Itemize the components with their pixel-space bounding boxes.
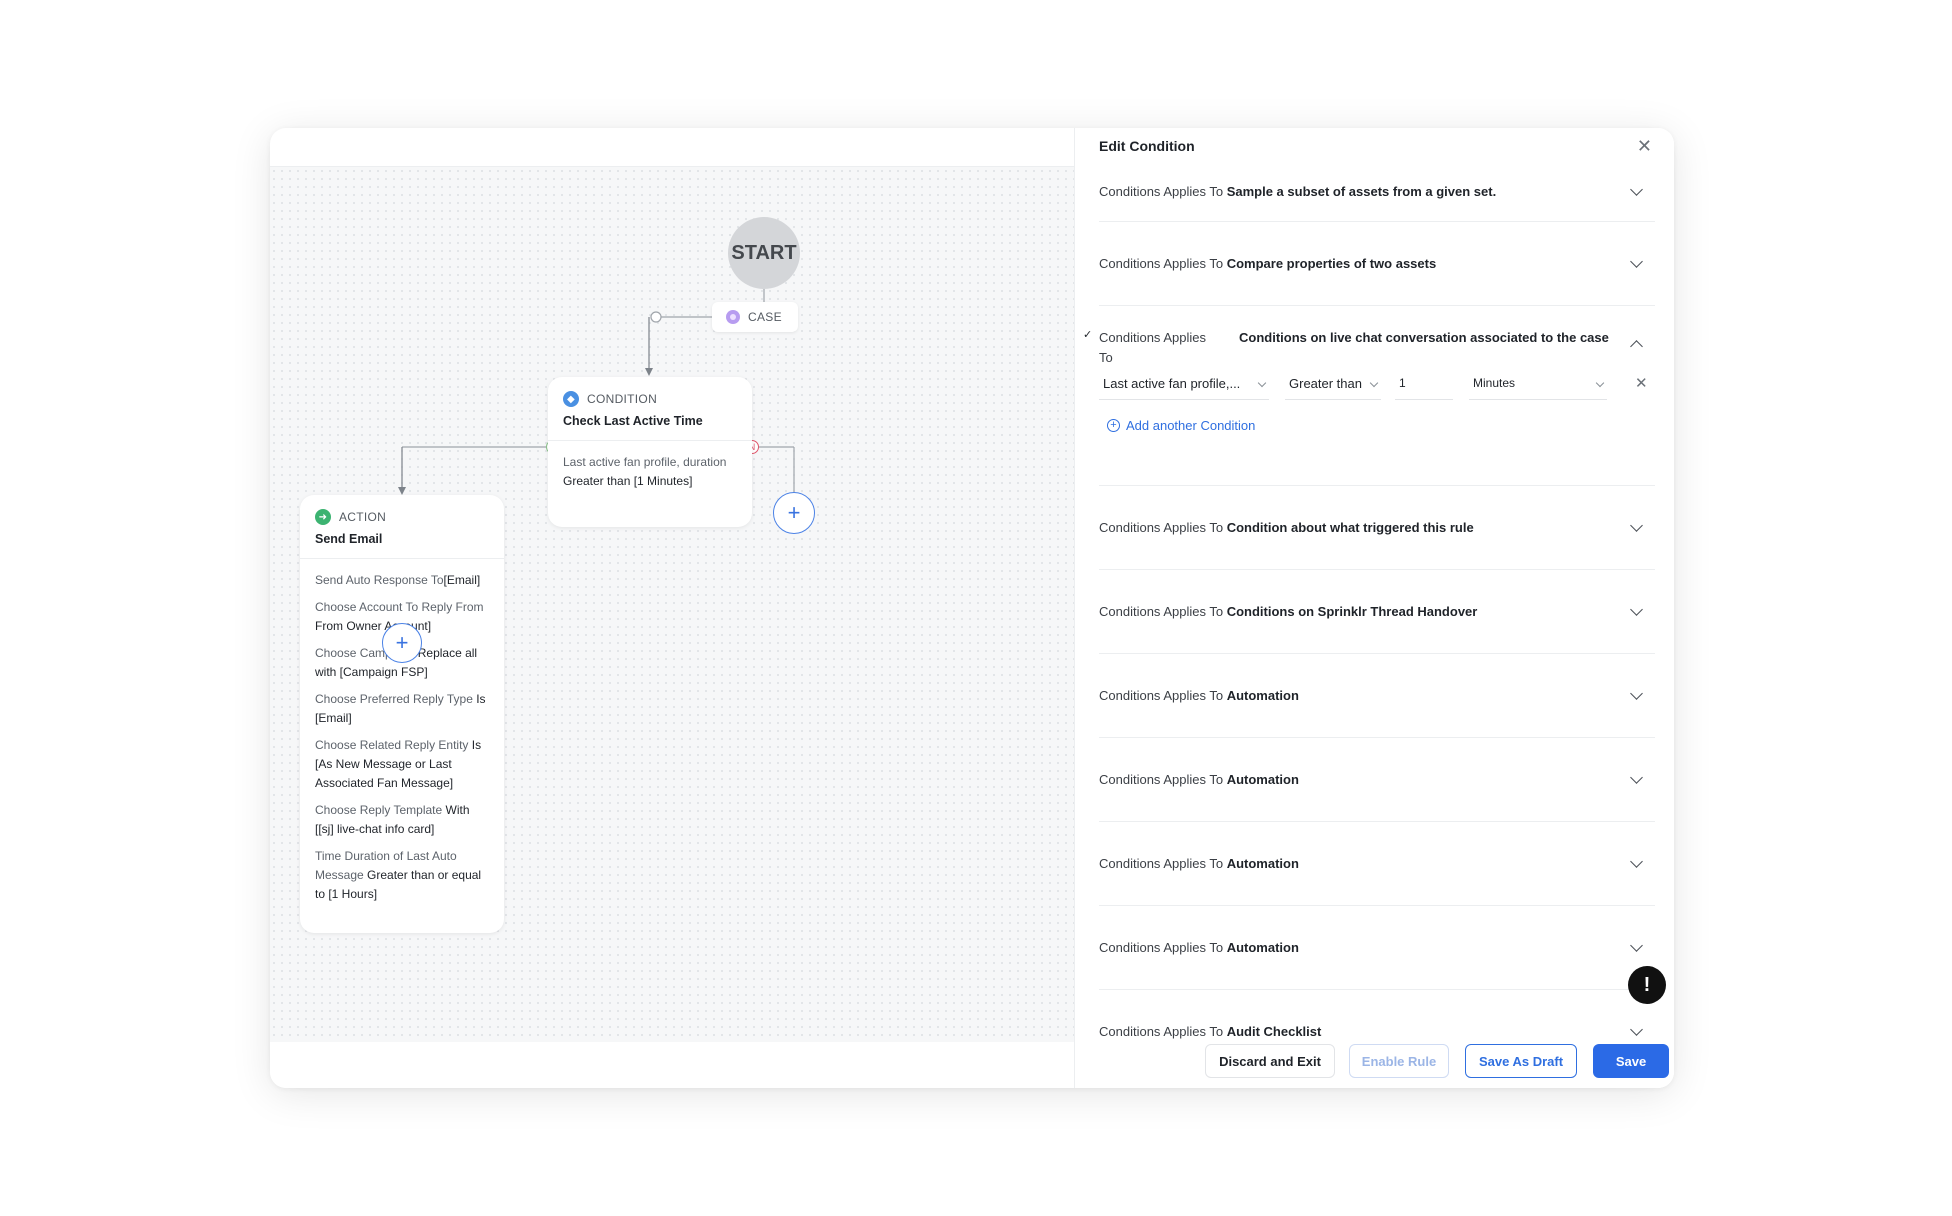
chevron-down-icon[interactable] xyxy=(1630,1023,1643,1036)
operator-select[interactable]: Greater than xyxy=(1285,370,1381,400)
action-line: Choose Related Reply Entity Is [As New M… xyxy=(315,738,482,790)
condition-group-row[interactable]: Conditions Applies To Automation xyxy=(1099,654,1655,738)
chevron-down-icon xyxy=(1369,378,1379,388)
case-node[interactable]: CASE xyxy=(712,302,798,332)
save-button[interactable]: Save xyxy=(1593,1044,1669,1078)
chevron-down-icon[interactable] xyxy=(1630,519,1643,532)
chevron-down-icon[interactable] xyxy=(1630,255,1643,268)
add-step-button[interactable]: + xyxy=(382,623,422,663)
action-type-label: ACTION xyxy=(339,510,387,524)
chevron-down-icon xyxy=(1595,378,1605,388)
condition-group-row-expanded[interactable]: ✓ Conditions Applies To Conditions on li… xyxy=(1083,306,1655,486)
chevron-down-icon[interactable] xyxy=(1630,855,1643,868)
chevron-down-icon[interactable] xyxy=(1630,939,1643,952)
condition-group-row[interactable]: Conditions Applies To Condition about wh… xyxy=(1099,486,1655,570)
action-icon: ➜ xyxy=(315,509,331,525)
close-icon[interactable]: ✕ xyxy=(1637,136,1652,157)
node-divider xyxy=(548,440,752,441)
action-line: Choose Reply Template With [[sj] live-ch… xyxy=(315,803,470,836)
case-label: CASE xyxy=(748,310,782,324)
chevron-down-icon[interactable] xyxy=(1630,183,1643,196)
action-title: Send Email xyxy=(315,532,383,546)
action-line: Choose Preferred Reply Type Is [Email] xyxy=(315,692,486,725)
enable-rule-button[interactable]: Enable Rule xyxy=(1349,1044,1449,1078)
rule-editor-window: START CASE Y N ◆ CONDITION Check Last Ac… xyxy=(270,128,1674,1088)
discard-and-exit-button[interactable]: Discard and Exit xyxy=(1205,1044,1335,1078)
condition-icon: ◆ xyxy=(563,391,579,407)
condition-node[interactable]: ◆ CONDITION Check Last Active Time Last … xyxy=(548,377,752,527)
condition-group-row[interactable]: Conditions Applies To Sample a subset of… xyxy=(1099,166,1655,222)
field-select[interactable]: Last active fan profile,... xyxy=(1099,370,1269,400)
edit-condition-panel: Edit Condition ✕ Conditions Applies To S… xyxy=(1074,128,1674,1088)
check-icon: ✓ xyxy=(1083,329,1093,341)
alert-icon[interactable]: ! xyxy=(1628,966,1666,1004)
save-as-draft-button[interactable]: Save As Draft xyxy=(1465,1044,1577,1078)
condition-group-row[interactable]: Conditions Applies To Automation xyxy=(1099,822,1655,906)
condition-group-row[interactable]: Conditions Applies To Audit Checklist xyxy=(1099,990,1655,1046)
node-divider xyxy=(300,558,504,559)
unit-select[interactable]: Minutes xyxy=(1469,370,1607,400)
plus-icon: + xyxy=(395,630,409,655)
chevron-down-icon[interactable] xyxy=(1630,687,1643,700)
condition-filter-row: Last active fan profile,... Greater than… xyxy=(1099,370,1655,400)
panel-title: Edit Condition xyxy=(1099,138,1195,154)
condition-group-row[interactable]: Conditions Applies To Automation xyxy=(1099,906,1655,990)
add-no-branch-button[interactable]: + xyxy=(773,492,815,534)
panel-footer: Discard and Exit Enable Rule Save As Dra… xyxy=(1075,1044,1674,1088)
condition-group-value: Conditions on live chat conversation ass… xyxy=(1239,330,1609,345)
action-line: Time Duration of Last Auto Message Great… xyxy=(315,849,482,901)
condition-group-row[interactable]: Conditions Applies To Automation xyxy=(1099,738,1655,822)
condition-title: Check Last Active Time xyxy=(563,414,703,428)
plus-icon: + xyxy=(787,500,801,525)
plus-circle-icon: + xyxy=(1107,419,1120,432)
condition-group-row[interactable]: Conditions Applies To Compare properties… xyxy=(1099,222,1655,306)
start-node[interactable]: START xyxy=(728,217,800,289)
condition-group-row[interactable]: Conditions Applies To Conditions on Spri… xyxy=(1099,570,1655,654)
workflow-canvas[interactable]: START CASE Y N ◆ CONDITION Check Last Ac… xyxy=(270,166,1074,1042)
condition-description: Last active fan profile, duration Greate… xyxy=(563,455,727,488)
remove-condition-icon[interactable]: ✕ xyxy=(1635,374,1648,392)
chevron-down-icon xyxy=(1257,378,1267,388)
action-description: Send Auto Response To[Email] Choose Acco… xyxy=(315,571,489,904)
chevron-up-icon[interactable] xyxy=(1630,340,1643,353)
add-another-condition-link[interactable]: + Add another Condition xyxy=(1107,418,1255,433)
amount-input[interactable]: 1 xyxy=(1395,370,1453,400)
action-node[interactable]: ➜ ACTION Send Email Send Auto Response T… xyxy=(300,495,504,933)
action-line: Send Auto Response To[Email] xyxy=(315,573,481,587)
chevron-down-icon[interactable] xyxy=(1630,603,1643,616)
condition-group-prefix: Conditions Applies To xyxy=(1099,330,1206,365)
canvas-footer xyxy=(270,1042,1074,1088)
case-icon xyxy=(726,310,740,324)
condition-type-label: CONDITION xyxy=(587,392,658,406)
chevron-down-icon[interactable] xyxy=(1630,771,1643,784)
